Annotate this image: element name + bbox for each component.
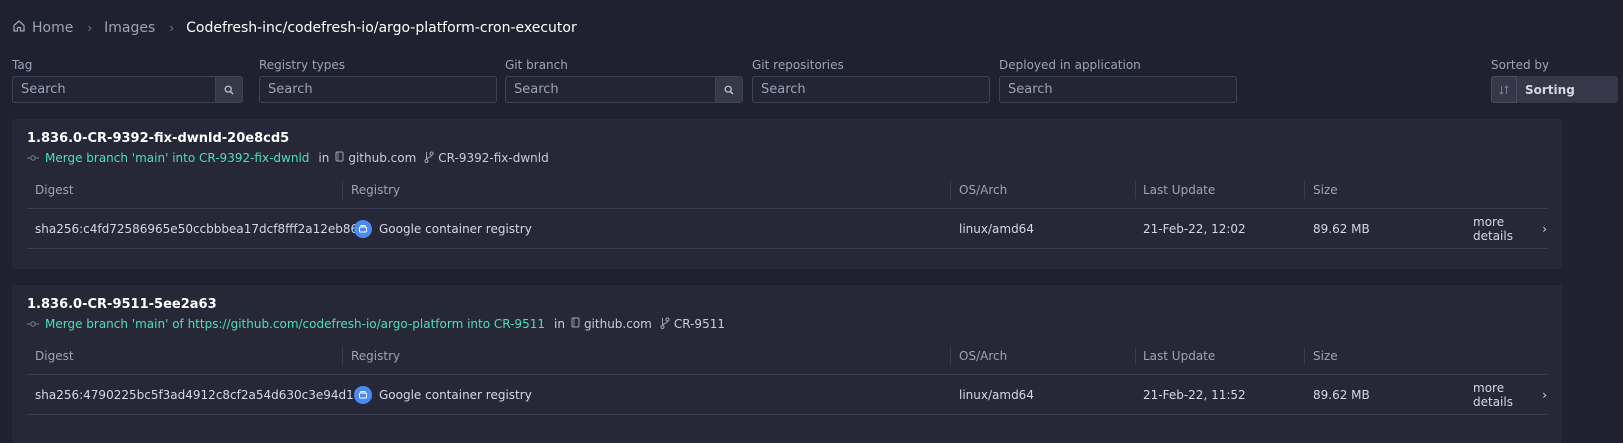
commit-info: Merge branch 'main' into CR-9392-fix-dwn… <box>27 150 549 166</box>
commit-icon <box>27 151 39 165</box>
registry-name: Google container registry <box>379 221 532 236</box>
size-value: 89.62 MB <box>1313 387 1370 402</box>
filter-sorted-by: Sorted by Sorting <box>1491 58 1618 103</box>
column-size: Size <box>1313 182 1338 197</box>
filter-tag-label: Tag <box>12 58 33 72</box>
column-size: Size <box>1313 348 1338 363</box>
image-tag: 1.836.0-CR-9392-fix-dwnld-20e8cd5 <box>27 131 290 146</box>
repository-icon <box>335 151 344 165</box>
column-last-update: Last Update <box>1143 348 1216 363</box>
git-branch-name: CR-9392-fix-dwnld <box>438 151 549 165</box>
column-divider <box>342 181 343 199</box>
search-icon <box>224 80 234 99</box>
git-repositories-search-input[interactable] <box>753 77 989 102</box>
commit-message-link[interactable]: Merge branch 'main' of https://github.co… <box>45 317 545 331</box>
filter-deployed-in-application-label: Deployed in application <box>999 58 1141 72</box>
sort-icon <box>1491 76 1517 103</box>
column-divider <box>1135 181 1136 199</box>
repository-icon <box>571 317 580 331</box>
breadcrumb: Home › Images › Codefresh-inc/codefresh-… <box>12 17 577 39</box>
image-tag: 1.836.0-CR-9511-5ee2a63 <box>27 297 217 312</box>
last-update-value: 21-Feb-22, 12:02 <box>1143 221 1246 236</box>
home-icon <box>12 19 26 37</box>
commit-in-label: in <box>553 317 565 331</box>
filter-git-repositories: Git repositories <box>752 58 990 103</box>
image-details-page: Home › Images › Codefresh-inc/codefresh-… <box>0 0 1623 443</box>
commit-icon <box>27 317 39 331</box>
breadcrumb-images[interactable]: Images <box>104 20 155 36</box>
filter-registry-types: Registry types <box>259 58 497 103</box>
tag-search-input[interactable] <box>13 77 215 102</box>
breadcrumb-current: Codefresh-inc/codefresh-io/argo-platform… <box>186 20 577 36</box>
os-arch-value: linux/amd64 <box>959 387 1034 402</box>
column-os-arch: OS/Arch <box>959 182 1008 197</box>
registry-types-search-input[interactable] <box>260 77 496 102</box>
git-branch-search-input[interactable] <box>506 77 715 102</box>
more-details-label: more details <box>1473 380 1513 409</box>
registry-name: Google container registry <box>379 387 532 402</box>
last-update-value: 21-Feb-22, 11:52 <box>1143 387 1246 402</box>
registry-cell: Google container registry <box>354 375 532 414</box>
column-divider <box>950 347 951 365</box>
column-digest: Digest <box>35 348 74 363</box>
column-divider <box>1135 347 1136 365</box>
table-row[interactable]: sha256:4790225bc5f3ad4912c8cf2a54d630c3e… <box>27 375 1547 415</box>
table-row[interactable]: sha256:c4fd72586965e50ccbbbea17dcf8fff2a… <box>27 209 1547 249</box>
chevron-right-icon: › <box>87 21 93 35</box>
filter-deployed-in-application: Deployed in application <box>999 58 1237 103</box>
column-digest: Digest <box>35 182 74 197</box>
git-branch-search-button[interactable] <box>715 77 742 102</box>
git-host: github.com <box>583 317 652 331</box>
filter-git-branch: Git branch <box>505 58 743 103</box>
git-branch-icon <box>660 317 670 332</box>
registry-cell: Google container registry <box>354 209 532 248</box>
breadcrumb-home-label: Home <box>32 20 74 36</box>
digest-value: sha256:4790225bc5f3ad4912c8cf2a54d630c3e… <box>35 387 373 402</box>
size-value: 89.62 MB <box>1313 221 1370 236</box>
filter-sorted-by-label: Sorted by <box>1491 58 1550 72</box>
commit-info: Merge branch 'main' of https://github.co… <box>27 316 725 332</box>
deployed-in-application-search-input[interactable] <box>1000 77 1236 102</box>
filter-tag: Tag <box>12 58 243 103</box>
column-os-arch: OS/Arch <box>959 348 1008 363</box>
table-header: Digest Registry OS/Arch Last Update Size <box>27 171 1547 209</box>
chevron-right-icon: › <box>1542 387 1547 402</box>
image-card: 1.836.0-CR-9392-fix-dwnld-20e8cd5 Merge … <box>12 119 1562 269</box>
column-registry: Registry <box>351 182 401 197</box>
column-last-update: Last Update <box>1143 182 1216 197</box>
tag-search-button[interactable] <box>215 77 242 102</box>
commit-in-label: in <box>318 151 330 165</box>
filter-git-branch-label: Git branch <box>505 58 568 72</box>
sorting-value: Sorting <box>1525 82 1575 97</box>
search-icon <box>724 80 734 99</box>
column-divider <box>950 181 951 199</box>
os-arch-value: linux/amd64 <box>959 221 1034 236</box>
more-details-link[interactable]: more details › <box>1473 209 1547 248</box>
image-card: 1.836.0-CR-9511-5ee2a63 Merge branch 'ma… <box>12 285 1562 443</box>
column-divider <box>1304 347 1305 365</box>
commit-message-link[interactable]: Merge branch 'main' into CR-9392-fix-dwn… <box>45 151 309 165</box>
table-header: Digest Registry OS/Arch Last Update Size <box>27 337 1547 375</box>
google-container-registry-icon <box>354 385 372 404</box>
breadcrumb-home[interactable]: Home <box>12 19 73 37</box>
google-container-registry-icon <box>354 219 372 238</box>
chevron-right-icon: › <box>1542 221 1547 236</box>
filter-git-repositories-label: Git repositories <box>752 58 844 72</box>
git-branch-icon <box>424 151 434 166</box>
column-divider <box>1304 181 1305 199</box>
column-registry: Registry <box>351 348 401 363</box>
column-divider <box>342 347 343 365</box>
git-branch-name: CR-9511 <box>673 317 725 331</box>
filter-registry-types-label: Registry types <box>259 58 345 72</box>
digest-value: sha256:c4fd72586965e50ccbbbea17dcf8fff2a… <box>35 221 370 236</box>
sorting-dropdown[interactable]: Sorting <box>1491 76 1618 103</box>
git-host: github.com <box>348 151 417 165</box>
chevron-right-icon: › <box>169 21 175 35</box>
more-details-label: more details <box>1473 214 1513 243</box>
more-details-link[interactable]: more details › <box>1473 375 1547 414</box>
